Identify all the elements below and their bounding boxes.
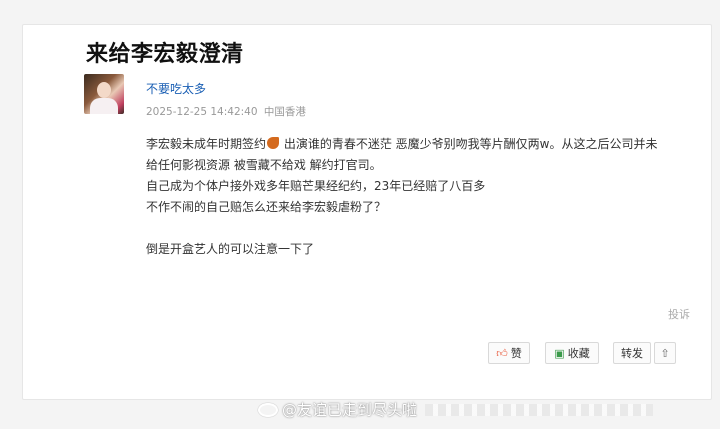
like-label: 赞 <box>510 347 522 360</box>
bookmark-icon: ▣ <box>554 346 565 360</box>
favorite-label: 收藏 <box>567 347 590 360</box>
content-text: 李宏毅未成年时期签约 <box>146 137 267 151</box>
content-line: 李宏毅未成年时期签约 出演谁的青春不迷茫 恶魔少爷别吻我等片酬仅两w。从这之后公… <box>146 134 686 155</box>
post-content: 李宏毅未成年时期签约 出演谁的青春不迷茫 恶魔少爷别吻我等片酬仅两w。从这之后公… <box>146 134 686 260</box>
thumbs-up-icon: 👍︎ <box>496 346 508 360</box>
watermark-text: @友谊已走到尽头啦 <box>282 401 418 419</box>
content-text: 出演谁的青春不迷茫 恶魔少爷别吻我等片酬仅两w。从这之后公司并未 <box>280 137 658 151</box>
avatar-shirt <box>90 98 118 114</box>
orange-emoji-icon <box>267 137 280 149</box>
content-line: 自己成为个体户接外戏多年赔芒果经纪约，23年已经赔了八百多 <box>146 179 486 193</box>
repost-label: 转发 <box>621 347 643 360</box>
share-button[interactable]: ⇧ <box>654 342 676 364</box>
avatar[interactable] <box>84 74 124 114</box>
content-blank-line <box>146 218 686 239</box>
favorite-button[interactable]: ▣ 收藏 <box>545 342 599 364</box>
avatar-face <box>97 82 111 98</box>
author-name[interactable]: 不要吃太多 <box>146 80 206 97</box>
share-icon: ⇧ <box>660 346 670 360</box>
content-line: 倒是开盒艺人的可以注意一下了 <box>146 242 315 256</box>
content-line: 不作不闹的自己赔怎么还来给李宏毅虐粉了？ <box>146 200 387 214</box>
timestamp: 2025-12-25 14:42:40 <box>146 106 258 118</box>
watermark-blur <box>425 403 654 416</box>
post-meta: 2025-12-25 14:42:40 中国香港 <box>146 104 306 119</box>
watermark: @友谊已走到尽头啦 <box>258 399 654 420</box>
repost-button[interactable]: 转发 <box>613 342 651 364</box>
post-title: 来给李宏毅澄清 <box>86 42 244 67</box>
like-button[interactable]: 👍︎ 赞 <box>488 342 530 364</box>
location: 中国香港 <box>263 106 306 118</box>
report-link[interactable]: 投诉 <box>668 306 690 322</box>
content-line: 给任何影视资源 被雪藏不给戏 解约打官司。 <box>146 158 382 172</box>
weibo-logo-icon <box>258 402 278 417</box>
